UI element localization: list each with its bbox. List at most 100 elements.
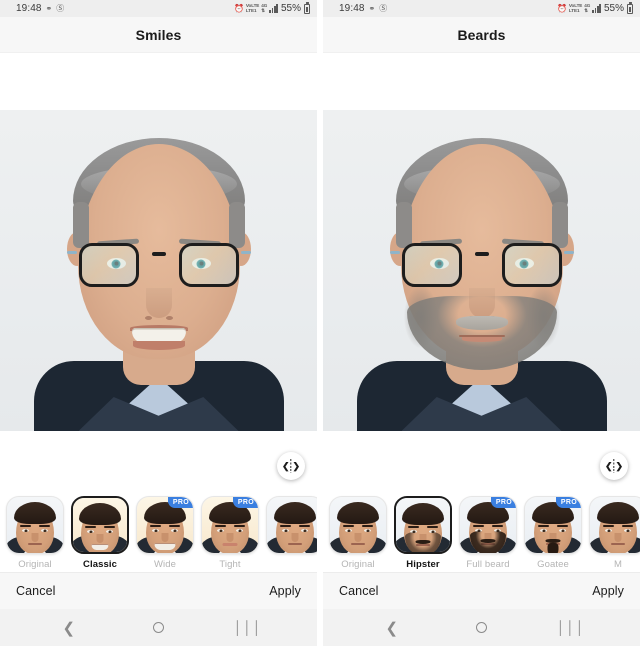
battery-percent: 55% <box>603 3 624 14</box>
style-thumb-goatee[interactable]: PRO Goatee <box>524 496 582 570</box>
thumb-label: Wide <box>153 559 177 570</box>
style-thumb-partial[interactable] <box>266 496 317 559</box>
status-bar-left: 19:48 ⚭ Ⓢ <box>16 3 64 14</box>
thumb-image <box>589 496 640 554</box>
nose <box>145 288 172 318</box>
thumb-label: Original <box>18 559 52 570</box>
lte1-label: LTE1 <box>245 7 257 13</box>
battery-percent: 55% <box>280 3 301 14</box>
thumb-image: PRO <box>201 496 259 554</box>
style-thumb-full-beard[interactable]: PRO Full beard <box>459 496 517 570</box>
status-bar: 19:48 ⚭ Ⓢ ⏰ VoLTE LTE1 4G ⇅ 55% <box>323 0 640 17</box>
sideburn-left <box>395 202 412 248</box>
thumb-label: Hipster <box>406 559 440 570</box>
title-bar: Smiles <box>0 17 317 53</box>
chevron-right-icon: ❯ <box>292 461 300 471</box>
thumb-label: Goatee <box>537 559 569 570</box>
dnd-icon: Ⓢ <box>56 3 65 13</box>
sideburn-right <box>551 202 568 248</box>
recents-icon[interactable]: │││ <box>231 616 265 640</box>
page-title: Smiles <box>135 26 182 43</box>
back-icon[interactable]: ❮ <box>375 616 409 640</box>
4g-icon: 4G ⇅ <box>584 3 590 13</box>
alarm-icon: ⏰ <box>233 3 244 13</box>
cancel-button[interactable]: Cancel <box>16 584 56 598</box>
style-thumb-wide[interactable]: PRO Wide <box>136 496 194 570</box>
home-icon[interactable] <box>141 616 175 640</box>
style-thumb-hipster[interactable]: Hipster <box>394 496 452 570</box>
thumb-image <box>329 496 387 554</box>
status-bar-right: ⏰ VoLTE LTE1 4G ⇅ 55% <box>233 2 310 14</box>
editor-canvas: ❮ ❯ <box>0 53 317 490</box>
thumb-image <box>266 496 317 554</box>
thumb-image: PRO <box>136 496 194 554</box>
chevron-left-icon: ❮ <box>282 461 290 471</box>
compare-before-after-button[interactable]: ❮ ❯ <box>277 452 305 480</box>
compare-before-after-button[interactable]: ❮ ❯ <box>600 452 628 480</box>
page-title: Beards <box>457 26 506 43</box>
recents-icon[interactable]: │││ <box>554 616 588 640</box>
apply-button[interactable]: Apply <box>269 584 301 598</box>
style-thumbnail-strip[interactable]: Original Classic PRO Wide PRO Tight <box>0 490 317 572</box>
thumb-image: PRO <box>459 496 517 554</box>
signal-bars-icon <box>269 4 278 13</box>
style-thumb-original[interactable]: Original <box>329 496 387 570</box>
action-bar: Cancel Apply <box>0 572 317 609</box>
mouth-smiling <box>128 324 190 350</box>
lte1-icon: VoLTE LTE1 <box>568 3 582 13</box>
battery-icon <box>304 2 310 14</box>
back-icon[interactable]: ❮ <box>52 616 86 640</box>
thumb-label: Classic <box>83 559 117 570</box>
lte1-label: LTE1 <box>568 7 580 13</box>
chevron-right-icon: ❯ <box>615 461 623 471</box>
style-thumbnail-strip[interactable]: Original Hipster PRO Full beard PRO Goat… <box>323 490 640 572</box>
thumb-label: Tight <box>219 559 241 570</box>
battery-icon <box>627 2 633 14</box>
status-bar-left: 19:48 ⚭ Ⓢ <box>339 3 387 14</box>
android-nav-bar: ❮ │││ <box>323 609 640 646</box>
editor-canvas: ❮ ❯ <box>323 53 640 490</box>
title-bar: Beards <box>323 17 640 53</box>
style-thumb-classic[interactable]: Classic <box>71 496 129 570</box>
dual-screenshot-comparison: 19:48 ⚭ Ⓢ ⏰ VoLTE LTE1 4G ⇅ 55% Smiles ❮… <box>0 0 640 646</box>
alarm-icon: ⏰ <box>556 3 567 13</box>
thumb-image: PRO <box>524 496 582 554</box>
thumb-label: M <box>613 559 622 570</box>
thumb-image <box>394 496 452 554</box>
thumb-label: Full beard <box>466 559 510 570</box>
cancel-button[interactable]: Cancel <box>339 584 379 598</box>
chevron-left-icon: ❮ <box>605 461 613 471</box>
signal-bars-icon <box>592 4 601 13</box>
data-saver-icon: ⚭ <box>368 3 376 13</box>
sideburn-left <box>72 202 89 248</box>
style-thumb-tight[interactable]: PRO Tight <box>201 496 259 570</box>
thumb-image <box>71 496 129 554</box>
nostril-left <box>144 316 152 320</box>
phone-panel-beards: 19:48 ⚭ Ⓢ ⏰ VoLTE LTE1 4G ⇅ 55% Beards ❮… <box>323 0 640 646</box>
status-bar: 19:48 ⚭ Ⓢ ⏰ VoLTE LTE1 4G ⇅ 55% <box>0 0 317 17</box>
action-bar: Cancel Apply <box>323 572 640 609</box>
status-time: 19:48 <box>339 3 365 14</box>
eyeglasses <box>66 243 251 289</box>
status-bar-right: ⏰ VoLTE LTE1 4G ⇅ 55% <box>556 2 633 14</box>
home-icon[interactable] <box>464 616 498 640</box>
style-thumb-original[interactable]: Original <box>6 496 64 570</box>
thumb-image <box>6 496 64 554</box>
phone-panel-smiles: 19:48 ⚭ Ⓢ ⏰ VoLTE LTE1 4G ⇅ 55% Smiles ❮… <box>0 0 317 646</box>
updown-arrows: ⇅ <box>261 7 266 13</box>
android-nav-bar: ❮ │││ <box>0 609 317 646</box>
status-time: 19:48 <box>16 3 42 14</box>
eyeglasses <box>389 243 574 289</box>
lte1-icon: VoLTE LTE1 <box>245 3 259 13</box>
apply-button[interactable]: Apply <box>592 584 624 598</box>
style-thumb-partial[interactable]: M <box>589 496 640 570</box>
portrait-photo-smiling <box>0 110 317 431</box>
mouth-neutral <box>458 332 505 342</box>
moustache <box>455 316 508 330</box>
updown-arrows: ⇅ <box>584 7 589 13</box>
data-saver-icon: ⚭ <box>45 3 53 13</box>
dnd-icon: Ⓢ <box>379 3 388 13</box>
sideburn-right <box>228 202 245 248</box>
4g-icon: 4G ⇅ <box>261 3 267 13</box>
thumb-label: Original <box>341 559 375 570</box>
